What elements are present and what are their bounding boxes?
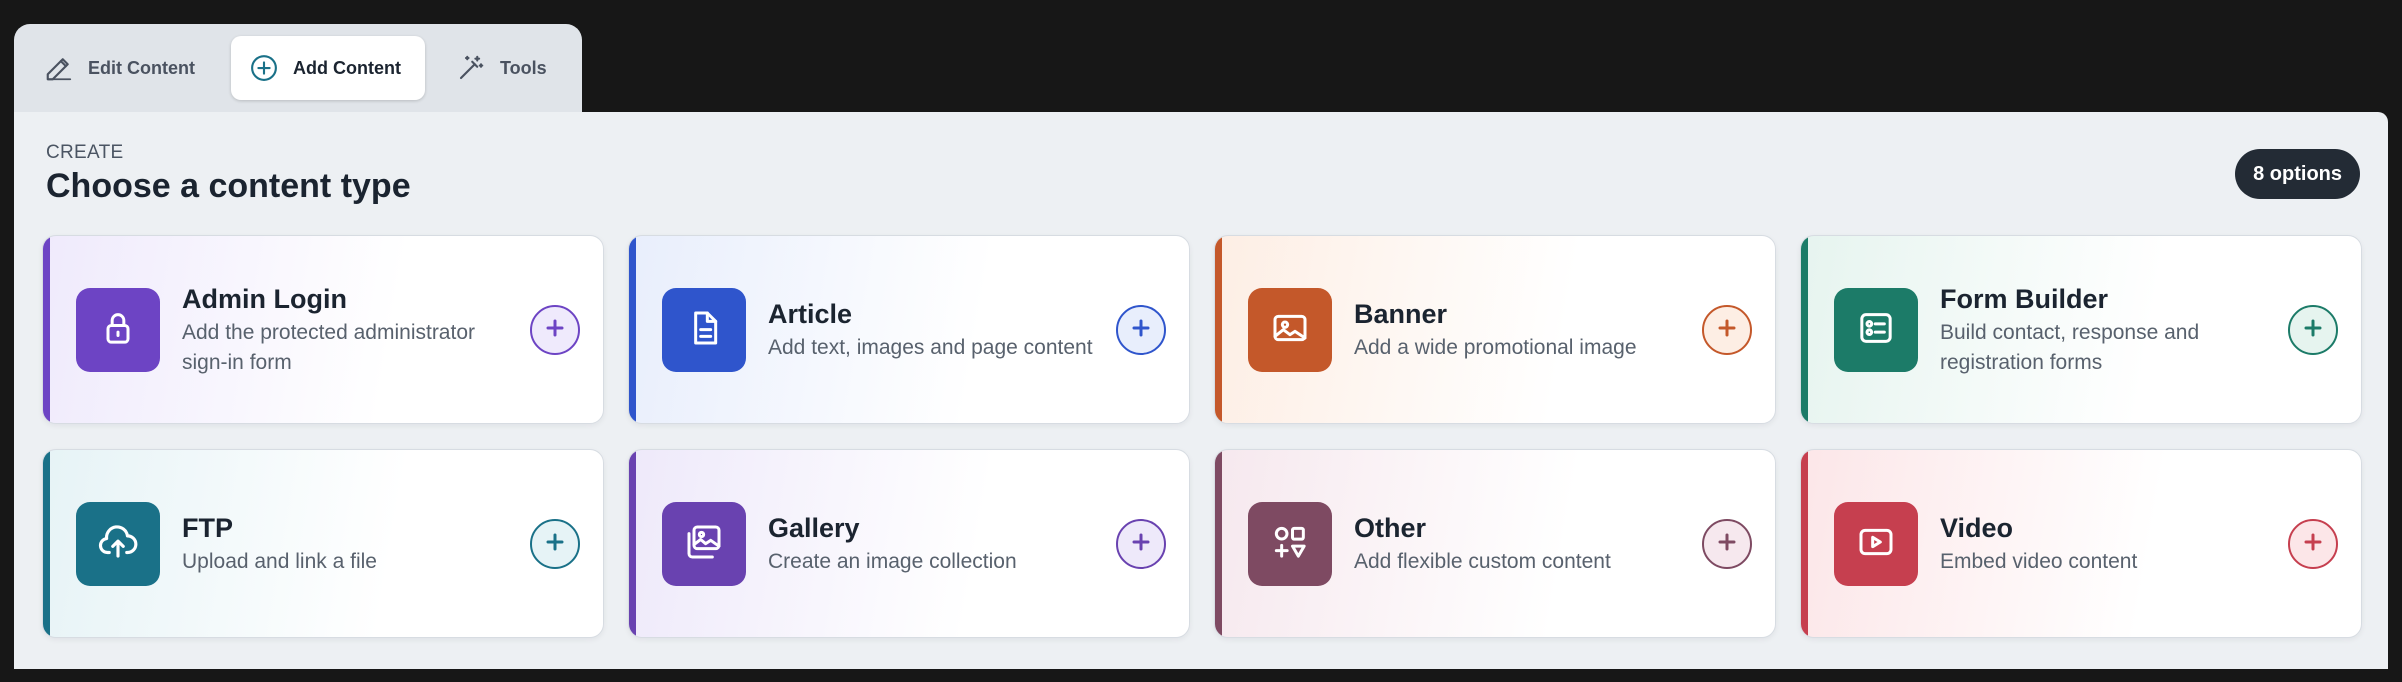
card-title: FTP [182, 513, 233, 543]
add-other-button[interactable] [1702, 519, 1752, 569]
add-admin-login-button[interactable] [530, 305, 580, 355]
card-article[interactable]: Article Add text, images and page conten… [628, 235, 1190, 424]
document-icon [684, 308, 724, 353]
card-title: Banner [1354, 299, 1448, 329]
card-description: Add the protected administrator sign-in … [182, 321, 475, 374]
tab-tools[interactable]: Tools [438, 36, 565, 100]
card-accent [43, 236, 50, 423]
add-gallery-button[interactable] [1116, 519, 1166, 569]
add-video-button[interactable] [2288, 519, 2338, 569]
card-description: Create an image collection [768, 550, 1017, 573]
card-icon-tile [1834, 502, 1918, 586]
card-accent [43, 450, 50, 637]
card-other[interactable]: Other Add flexible custom content [1214, 449, 1776, 638]
card-description: Add a wide promotional image [1354, 336, 1637, 359]
plus-icon [2303, 532, 2323, 557]
card-icon-tile [1248, 502, 1332, 586]
video-icon [1856, 522, 1896, 567]
content-type-panel: CREATE Choose a content type 8 options A… [14, 112, 2388, 669]
card-admin-login[interactable]: Admin Login Add the protected administra… [42, 235, 604, 424]
card-description: Add text, images and page content [768, 336, 1093, 359]
card-gallery[interactable]: Gallery Create an image collection [628, 449, 1190, 638]
cloud-upload-icon [97, 521, 139, 568]
card-description: Add flexible custom content [1354, 550, 1611, 573]
card-icon-tile [662, 502, 746, 586]
card-accent [1215, 450, 1222, 637]
tab-label: Tools [500, 57, 547, 78]
card-ftp[interactable]: FTP Upload and link a file [42, 449, 604, 638]
plus-icon [2303, 318, 2323, 343]
tab-label: Edit Content [88, 57, 195, 78]
form-icon [1856, 308, 1896, 353]
add-form-builder-button[interactable] [2288, 305, 2338, 355]
tab-label: Add Content [293, 57, 401, 78]
plus-icon [1717, 532, 1737, 557]
plus-icon [545, 318, 565, 343]
lock-icon [98, 308, 138, 353]
card-accent [629, 236, 636, 423]
card-accent [1215, 236, 1222, 423]
plus-icon [545, 532, 565, 557]
card-icon-tile [662, 288, 746, 372]
card-video[interactable]: Video Embed video content [1800, 449, 2362, 638]
card-title: Other [1354, 513, 1427, 543]
gallery-icon [684, 522, 724, 567]
card-description: Embed video content [1940, 550, 2138, 573]
add-ftp-button[interactable] [530, 519, 580, 569]
add-article-button[interactable] [1116, 305, 1166, 355]
plus-icon [1131, 532, 1151, 557]
card-title: Admin Login [182, 284, 347, 314]
card-icon-tile [76, 288, 160, 372]
card-accent [1801, 236, 1808, 423]
plus-icon [1131, 318, 1151, 343]
shapes-icon [1270, 522, 1310, 567]
tab-add-content[interactable]: Add Content [231, 36, 425, 100]
card-banner[interactable]: Banner Add a wide promotional image [1214, 235, 1776, 424]
card-description: Upload and link a file [182, 550, 377, 573]
card-accent [1801, 450, 1808, 637]
card-title: Video [1940, 513, 2014, 543]
card-title: Form Builder [1940, 284, 2109, 314]
card-icon-tile [76, 502, 160, 586]
magic-wand-icon [456, 53, 486, 83]
options-count-badge: 8 options [2235, 149, 2360, 199]
plus-circle-icon [249, 53, 279, 83]
card-title: Article [768, 299, 853, 329]
tab-bar: Edit Content Add Content Tools [14, 24, 582, 112]
card-icon-tile [1834, 288, 1918, 372]
add-banner-button[interactable] [1702, 305, 1752, 355]
page-title: Choose a content type [46, 167, 411, 205]
pencil-icon [44, 53, 74, 83]
section-eyebrow: CREATE [46, 142, 124, 163]
card-accent [629, 450, 636, 637]
card-title: Gallery [768, 513, 860, 543]
card-description: Build contact, response and registration… [1940, 321, 2200, 374]
tab-edit-content[interactable]: Edit Content [26, 36, 213, 100]
card-form-builder[interactable]: Form Builder Build contact, response and… [1800, 235, 2362, 424]
image-icon [1270, 308, 1310, 353]
plus-icon [1717, 318, 1737, 343]
card-icon-tile [1248, 288, 1332, 372]
